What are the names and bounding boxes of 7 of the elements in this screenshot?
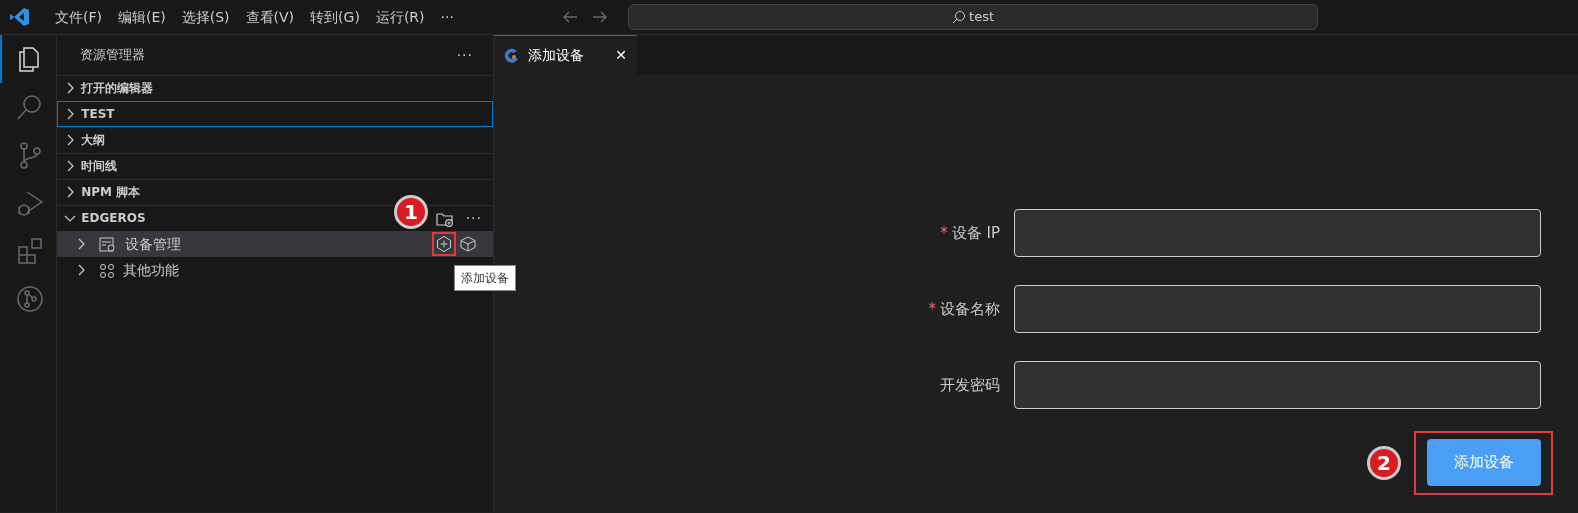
step-badge: 2 [1367, 446, 1401, 480]
field-label: * 设备名称 [927, 298, 1001, 320]
field-label: * 设备 IP [939, 222, 1001, 244]
tooltip: 添加设备 [454, 265, 516, 291]
sidebar-title: 资源管理器 [80, 46, 145, 65]
field-label: 开发密码 [939, 374, 1001, 396]
step-badge: 1 [394, 195, 428, 229]
